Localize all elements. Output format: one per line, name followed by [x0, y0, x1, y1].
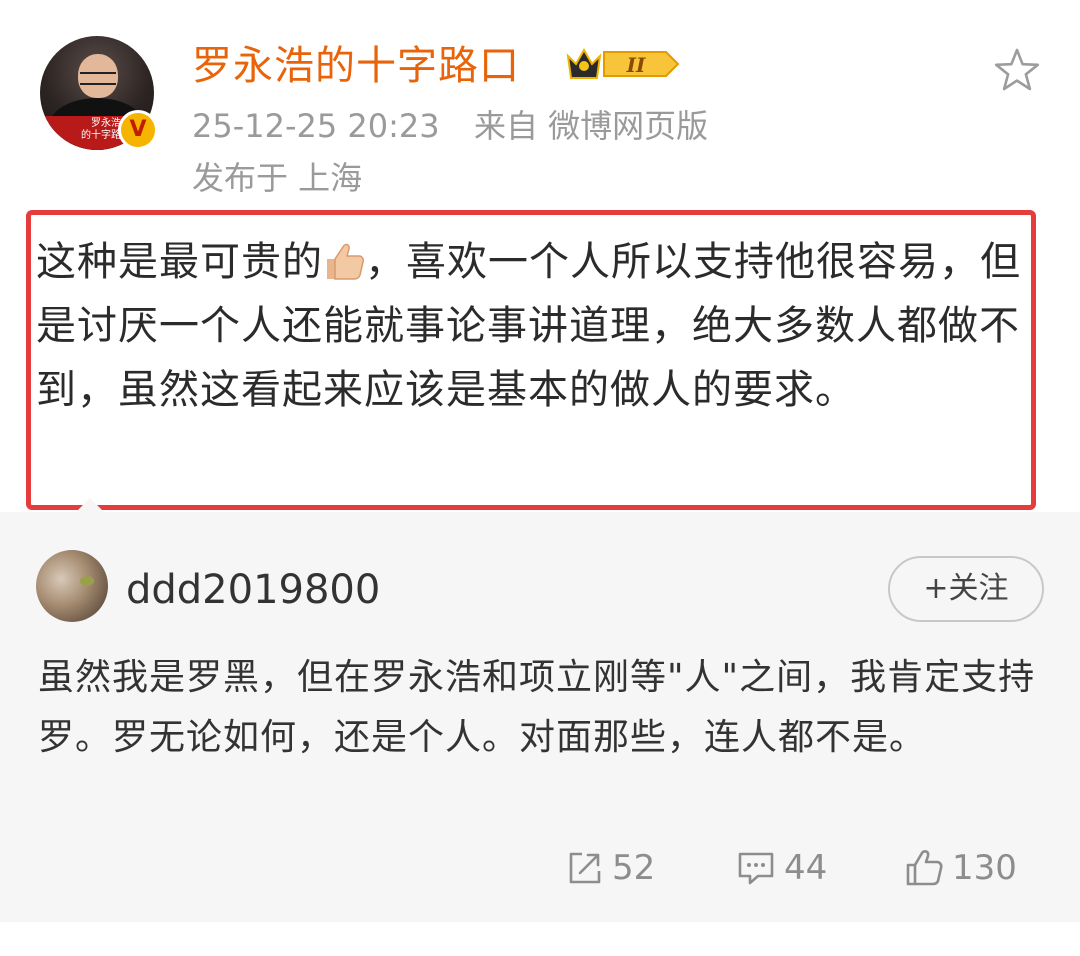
author-name[interactable]: 罗永浩的十字路口: [192, 40, 520, 92]
like-count: 130: [952, 848, 1017, 888]
post-location: 发布于 上海: [192, 159, 363, 197]
post-text: 这种是最可贵的 ，喜欢一个人所以支持他很容易，但是讨厌一个人还能就事论事讲道理，绝…: [36, 239, 1021, 413]
post-header: 罗永浩 的十字路口 V 罗永浩的十字路口 II 25-12-25 20:23 来…: [0, 0, 1080, 220]
repost-count: 52: [612, 848, 656, 888]
comment-icon: [738, 852, 774, 885]
commenter-avatar[interactable]: [36, 550, 108, 622]
star-icon[interactable]: [992, 46, 1042, 96]
comment-pointer: [74, 498, 106, 514]
thumbs-up-icon: [906, 850, 943, 886]
repost-button[interactable]: 52: [566, 840, 655, 896]
commenter-name[interactable]: ddd2019800: [126, 564, 380, 616]
follow-button[interactable]: +关注: [888, 556, 1044, 622]
thumbs-up-emoji: [327, 243, 364, 280]
level-badge-text: II: [626, 53, 646, 77]
post-meta: 25-12-25 20:23 来自 微博网页版: [192, 104, 708, 148]
like-button[interactable]: 130: [904, 840, 1017, 896]
post-timestamp: 25-12-25 20:23: [192, 107, 440, 145]
comment-text: 虽然我是罗黑，但在罗永浩和项立刚等"人"之间，我肯定支持罗。罗无论如何，还是个人…: [38, 657, 1036, 758]
comment-count: 44: [784, 848, 828, 888]
crown-level-badge-icon: II: [566, 47, 680, 79]
post-source: 来自 微博网页版: [473, 107, 709, 145]
verified-badge-icon: V: [118, 110, 158, 150]
action-bar: 52 44 130: [0, 840, 1080, 896]
bottom-spacer: [0, 922, 1080, 956]
repost-icon: [569, 852, 601, 884]
comment-button[interactable]: 44: [736, 840, 827, 896]
